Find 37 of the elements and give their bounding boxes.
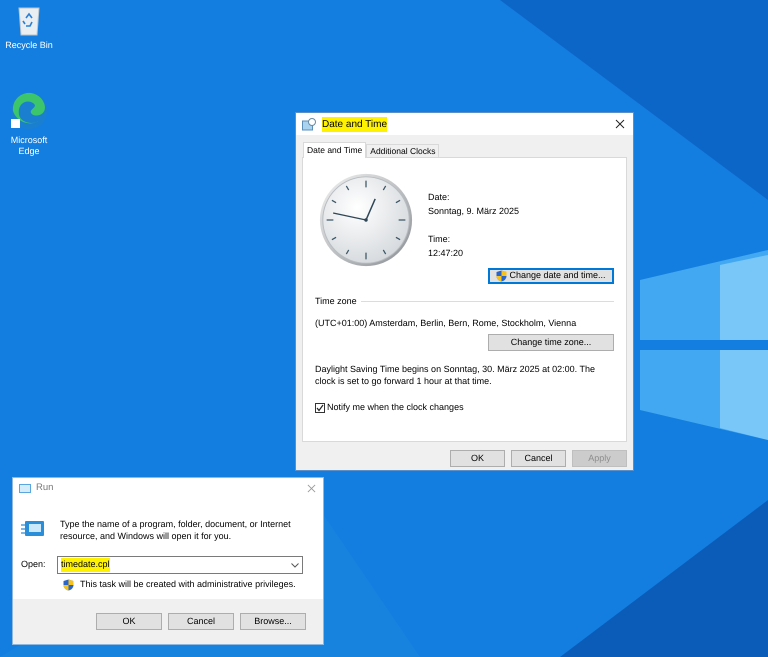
open-combo-field[interactable]: timedate.cpl	[57, 556, 303, 574]
dialog-button[interactable]: Change time zone...	[488, 334, 614, 351]
group-heading: Time zone	[315, 295, 357, 308]
clock-calendar-icon	[302, 118, 316, 130]
checkbox[interactable]	[315, 402, 325, 413]
checkbox-label: Notify me when the clock changes	[327, 401, 464, 414]
tab[interactable]: Additional Clocks	[366, 144, 440, 157]
run-description: Type the name of a program, folder, document, or Internet resource, and Windows will open it for you.	[60, 518, 292, 542]
shield-icon	[63, 578, 74, 591]
close-icon	[615, 119, 625, 129]
browser-icon[interactable]	[9, 91, 49, 131]
time-label: Time:	[428, 233, 452, 246]
close-icon	[306, 484, 316, 492]
dialog-button[interactable]: Browse...	[240, 613, 306, 630]
tab[interactable]: Date and Time	[303, 142, 366, 158]
shield-icon	[496, 270, 508, 282]
open-label: Open:	[21, 558, 47, 572]
open-value: timedate.cpl	[61, 558, 110, 572]
dialog-button[interactable]: Cancel	[168, 613, 234, 630]
dst-note: Daylight Saving Time begins on Sonntag, 30. März 2025 at 02:00. The clock is set to go forward 1 hour at that time.	[315, 363, 596, 387]
time-value: 12:47:20	[428, 247, 464, 260]
date-label: Date:	[428, 191, 451, 204]
admin-note: This task will be created with administrative privileges.	[80, 578, 296, 591]
dialog-button[interactable]: Cancel	[511, 450, 566, 467]
window-title: Date and Time	[322, 116, 388, 132]
time-zone-value: (UTC+01:00) Amsterdam, Berlin, Bern, Rome, Stockholm, Vienna	[315, 316, 578, 330]
run-program-icon	[21, 520, 45, 538]
checkmark-icon	[316, 404, 324, 412]
window-title: Run	[36, 480, 54, 495]
close-button[interactable]	[613, 117, 627, 131]
run-icon	[19, 484, 31, 492]
desktop-icon-label: Recycle Bin	[4, 40, 54, 51]
dialog-button[interactable]: OK	[96, 613, 162, 630]
change-date-time-button[interactable]: Change date and time...	[488, 268, 614, 284]
date-value: Sonntag, 9. März 2025	[428, 205, 520, 218]
dialog-button[interactable]: OK	[450, 450, 505, 467]
desktop-icon-label: Microsoft Edge	[10, 135, 48, 157]
